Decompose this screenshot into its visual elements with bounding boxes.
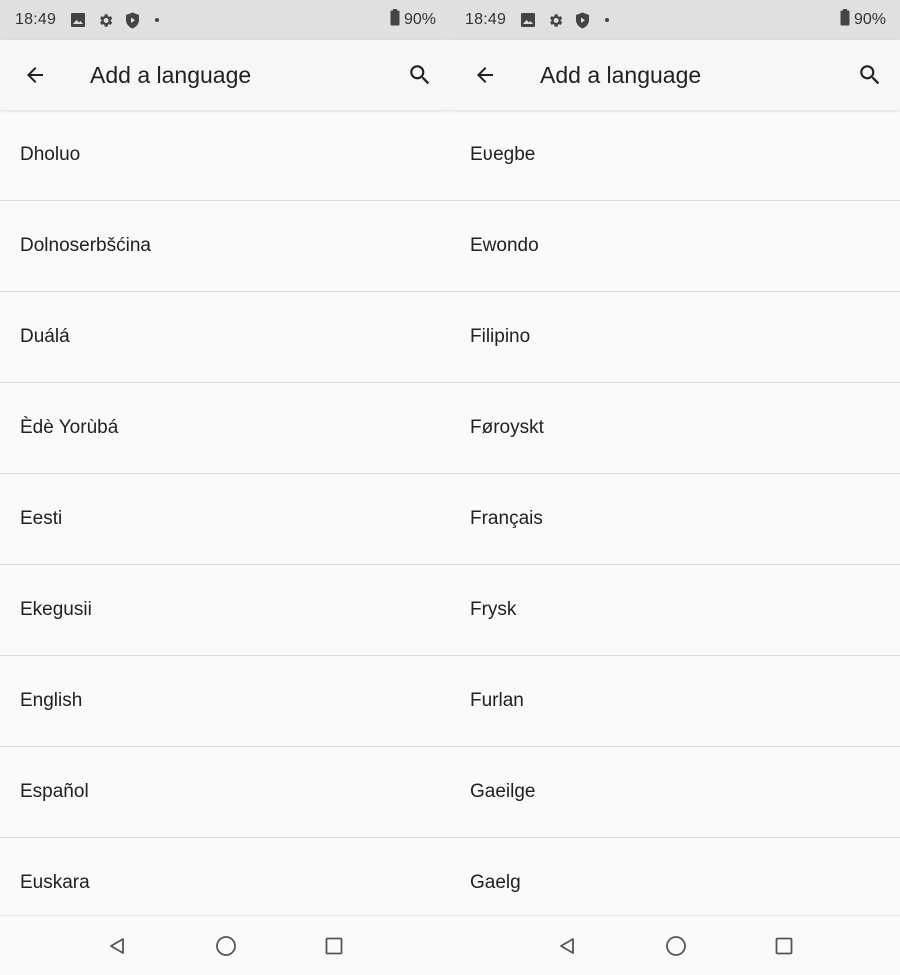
nav-back-icon[interactable]: [557, 936, 577, 956]
language-item[interactable]: Duálá: [0, 292, 450, 383]
image-icon: [520, 12, 536, 28]
status-bar: 18:49 90%: [450, 0, 900, 40]
language-list: Dholuo Dolnoserbšćina Duálá Èdè Yorùbá E…: [0, 110, 450, 929]
status-time: 18:49: [465, 11, 507, 28]
shield-icon: [125, 12, 140, 29]
gear-icon: [547, 12, 564, 29]
language-item[interactable]: Español: [0, 747, 450, 838]
nav-recents-icon[interactable]: [775, 937, 793, 955]
nav-recents-icon[interactable]: [325, 937, 343, 955]
language-item[interactable]: Dolnoserbšćina: [0, 201, 450, 292]
app-bar: Add a language: [0, 40, 450, 110]
language-item[interactable]: Filipino: [450, 292, 900, 383]
back-arrow-icon: [27, 67, 43, 83]
back-button[interactable]: [450, 40, 520, 110]
search-icon: [410, 65, 430, 85]
system-nav-bar: [450, 915, 900, 975]
search-button[interactable]: [840, 40, 900, 110]
shield-icon: [575, 12, 590, 29]
search-icon: [860, 65, 880, 85]
split-screens: 18:49 90% Add a language Dholuo Dolnoser…: [0, 0, 900, 975]
language-item[interactable]: Eʋegbe: [450, 110, 900, 201]
battery-percent: 90%: [403, 11, 436, 28]
notification-dot-icon: [605, 18, 610, 22]
language-item[interactable]: Français: [450, 474, 900, 565]
back-button[interactable]: [0, 40, 70, 110]
status-time: 18:49: [15, 11, 57, 28]
battery-icon: [840, 9, 850, 31]
language-item[interactable]: Frysk: [450, 565, 900, 656]
back-arrow-icon: [477, 67, 493, 83]
language-item[interactable]: Èdè Yorùbá: [0, 383, 450, 474]
language-item[interactable]: Dholuo: [0, 110, 450, 201]
notification-dot-icon: [155, 18, 160, 22]
language-item[interactable]: English: [0, 656, 450, 747]
system-nav-bar: [0, 915, 450, 975]
nav-back-icon[interactable]: [107, 936, 127, 956]
nav-home-icon[interactable]: [665, 935, 687, 957]
page-title: Add a language: [540, 61, 702, 88]
language-item[interactable]: Ewondo: [450, 201, 900, 292]
screen-right: 18:49 90% Add a language Eʋegbe Ewondo F…: [450, 0, 900, 975]
screen-left: 18:49 90% Add a language Dholuo Dolnoser…: [0, 0, 450, 975]
app-bar: Add a language: [450, 40, 900, 110]
language-item[interactable]: Føroyskt: [450, 383, 900, 474]
search-button[interactable]: [390, 40, 450, 110]
battery-icon: [390, 9, 400, 31]
language-item[interactable]: Gaeilge: [450, 747, 900, 838]
language-item[interactable]: Furlan: [450, 656, 900, 747]
image-icon: [70, 12, 86, 28]
status-bar: 18:49 90%: [0, 0, 450, 40]
page-title: Add a language: [90, 61, 252, 88]
language-item[interactable]: Ekegusii: [0, 565, 450, 656]
language-item[interactable]: Eesti: [0, 474, 450, 565]
nav-home-icon[interactable]: [215, 935, 237, 957]
language-list: Eʋegbe Ewondo Filipino Føroyskt Français…: [450, 110, 900, 929]
battery-percent: 90%: [853, 11, 886, 28]
gear-icon: [97, 12, 114, 29]
